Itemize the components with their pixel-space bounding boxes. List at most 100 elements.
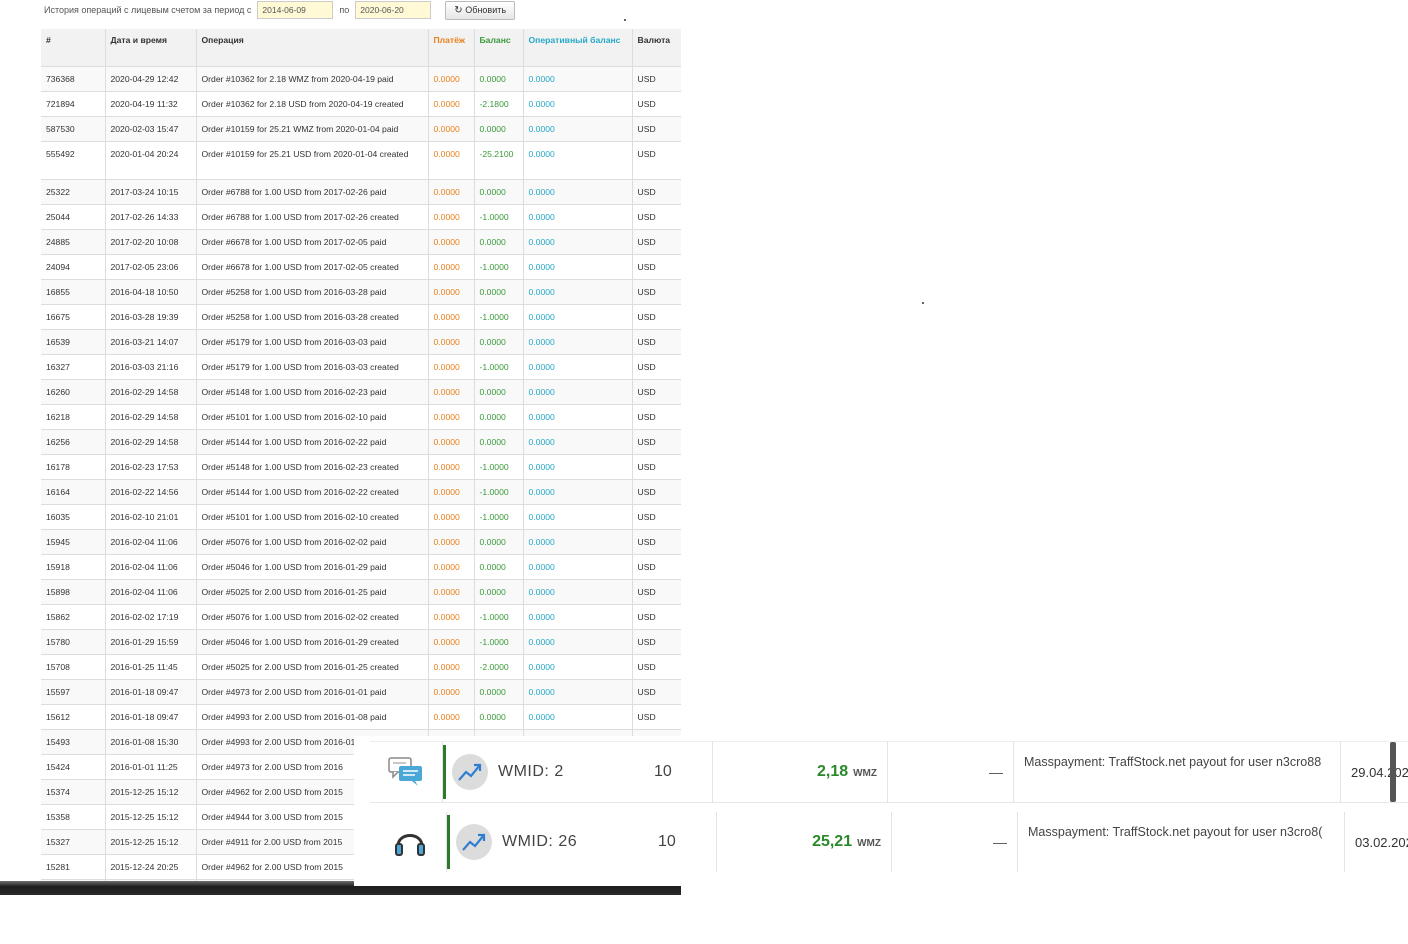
table-row[interactable]: 15862 2016-02-02 17:19 Order #5076 for 1.0…: [41, 604, 681, 630]
cell-datetime: 2016-03-28 19:39: [105, 304, 197, 330]
table-row[interactable]: 16675 2016-03-28 19:39 Order #5258 for 1.0…: [41, 304, 681, 330]
cell-datetime: 2016-04-18 10:50: [105, 279, 197, 305]
table-row[interactable]: 24885 2017-02-20 10:08 Order #6678 for 1.0…: [41, 229, 681, 255]
cell-datetime: 2016-02-29 14:58: [105, 429, 197, 455]
cell-datetime: 2016-01-18 09:47: [105, 679, 197, 705]
cell-operative-balance: 0.0000: [523, 404, 633, 430]
cell-id: 555492: [41, 141, 106, 180]
date-from-input[interactable]: 2014-06-09: [257, 1, 334, 19]
cell-operative-balance: 0.0000: [523, 529, 633, 555]
cell-balance: 0.0000: [474, 116, 524, 142]
cell-operative-balance: 0.0000: [523, 329, 633, 355]
cell-datetime: 2016-01-01 11:25: [105, 754, 197, 780]
payment-row[interactable]: WMID: 26 10 25,21 WMZ — Masspayment: Tra…: [374, 812, 1408, 872]
cell-operation: Order #10362 for 2.18 USD from 2020-04-1…: [196, 91, 429, 117]
column-header-payment[interactable]: Платёж: [428, 29, 475, 67]
cell-id: 587530: [41, 116, 106, 142]
wmid-label: WMID: 2: [498, 763, 564, 780]
table-row[interactable]: 16035 2016-02-10 21:01 Order #5101 for 1.0…: [41, 504, 681, 530]
table-row[interactable]: 16218 2016-02-29 14:58 Order #5101 for 1.0…: [41, 404, 681, 430]
cell-currency: USD: [632, 404, 681, 430]
cell-id: 16178: [41, 454, 106, 480]
table-row[interactable]: 16256 2016-02-29 14:58 Order #5144 for 1.0…: [41, 429, 681, 455]
table-row[interactable]: 16164 2016-02-22 14:56 Order #5144 for 1.0…: [41, 479, 681, 505]
cell-payment: 0.0000: [428, 329, 475, 355]
cell-datetime: 2020-02-03 15:47: [105, 116, 197, 142]
cell-currency: USD: [632, 66, 681, 92]
table-row[interactable]: 24094 2017-02-05 23:06 Order #6678 for 1.0…: [41, 254, 681, 280]
scrollbar-thumb[interactable]: [1390, 742, 1396, 802]
cell-payment: 0.0000: [428, 429, 475, 455]
cell-balance: 0.0000: [474, 404, 524, 430]
cell-operation: Order #5144 for 1.00 USD from 2016-02-22…: [196, 479, 429, 505]
cell-datetime: 2016-01-18 09:47: [105, 704, 197, 730]
column-header-balance[interactable]: Баланс: [474, 29, 524, 67]
table-row[interactable]: 15612 2016-01-18 09:47 Order #4993 for 2.0…: [41, 704, 681, 730]
wmid-number: 10: [654, 763, 672, 780]
column-header-operation[interactable]: Операция: [196, 29, 429, 67]
cell-id: 15327: [41, 829, 106, 855]
trend-up-icon: [452, 754, 488, 790]
column-header-operative-balance[interactable]: Оперативный баланс: [523, 29, 633, 67]
table-row[interactable]: 15708 2016-01-25 11:45 Order #5025 for 2.0…: [41, 654, 681, 680]
cell-operative-balance: 0.0000: [523, 429, 633, 455]
period-to-label: по: [339, 5, 350, 15]
cell-currency: USD: [632, 554, 681, 580]
cell-operation: Order #10159 for 25.21 WMZ from 2020-01-…: [196, 116, 429, 142]
column-header-id[interactable]: #: [41, 29, 106, 67]
cell-operative-balance: 0.0000: [523, 604, 633, 630]
table-row[interactable]: 587530 2020-02-03 15:47 Order #10159 for 2…: [41, 116, 681, 142]
cell-operation: Order #6788 for 1.00 USD from 2017-02-26…: [196, 179, 429, 205]
table-row[interactable]: 25044 2017-02-26 14:33 Order #6788 for 1.0…: [41, 204, 681, 230]
table-row[interactable]: 15898 2016-02-04 11:06 Order #5025 for 2.0…: [41, 579, 681, 605]
fee-cell: —: [892, 812, 1018, 872]
table-row[interactable]: 15780 2016-01-29 15:59 Order #5046 for 1.0…: [41, 629, 681, 655]
table-row[interactable]: 16178 2016-02-23 17:53 Order #5148 for 1.0…: [41, 454, 681, 480]
cell-payment: 0.0000: [428, 229, 475, 255]
table-row[interactable]: 721894 2020-04-19 11:32 Order #10362 for 2…: [41, 91, 681, 117]
cell-currency: USD: [632, 529, 681, 555]
column-header-currency[interactable]: Валюта: [632, 29, 681, 67]
cell-operation: Order #5025 for 2.00 USD from 2016-01-25…: [196, 654, 429, 680]
cell-currency: USD: [632, 429, 681, 455]
cell-payment: 0.0000: [428, 704, 475, 730]
table-row[interactable]: 15945 2016-02-04 11:06 Order #5076 for 1.0…: [41, 529, 681, 555]
cell-operative-balance: 0.0000: [523, 654, 633, 680]
table-row[interactable]: 16327 2016-03-03 21:16 Order #5179 for 1.0…: [41, 354, 681, 380]
payment-description: Masspayment: TraffStock.net payout for u…: [1014, 742, 1341, 802]
table-row[interactable]: 15597 2016-01-18 09:47 Order #4973 for 2.0…: [41, 679, 681, 705]
amount-value: 2,18: [816, 763, 849, 780]
cell-id: 25322: [41, 179, 106, 205]
cell-balance: -1.0000: [474, 629, 524, 655]
table-row[interactable]: 15918 2016-02-04 11:06 Order #5046 for 1.0…: [41, 554, 681, 580]
cell-operation: Order #5258 for 1.00 USD from 2016-03-28…: [196, 304, 429, 330]
column-header-datetime[interactable]: Дата и время: [105, 29, 197, 67]
table-row[interactable]: 16539 2016-03-21 14:07 Order #5179 for 1.0…: [41, 329, 681, 355]
cell-datetime: 2016-01-08 15:30: [105, 729, 197, 755]
cell-datetime: 2016-02-02 17:19: [105, 604, 197, 630]
date-to-input[interactable]: 2020-06-20: [355, 1, 432, 19]
cell-operation: Order #5148 for 1.00 USD from 2016-02-23…: [196, 379, 429, 405]
table-row[interactable]: 16260 2016-02-29 14:58 Order #5148 for 1.0…: [41, 379, 681, 405]
cell-currency: USD: [632, 379, 681, 405]
cell-datetime: 2016-02-10 21:01: [105, 504, 197, 530]
table-row[interactable]: 16855 2016-04-18 10:50 Order #5258 for 1.0…: [41, 279, 681, 305]
table-row[interactable]: 555492 2020-01-04 20:24 Order #10159 for 2…: [41, 141, 681, 180]
cell-balance: -1.0000: [474, 479, 524, 505]
cell-currency: USD: [632, 141, 681, 180]
cell-payment: 0.0000: [428, 279, 475, 305]
cell-operative-balance: 0.0000: [523, 229, 633, 255]
cell-currency: USD: [632, 254, 681, 280]
payment-row[interactable]: WMID: 2 10 2,18 WMZ — Masspayment: Traff…: [370, 741, 1408, 803]
amount-cell: 25,21 WMZ: [717, 812, 892, 872]
cell-operation: Order #5101 for 1.00 USD from 2016-02-10…: [196, 404, 429, 430]
cell-operation: Order #6678 for 1.00 USD from 2017-02-05…: [196, 254, 429, 280]
cell-operation: Order #10362 for 2.18 WMZ from 2020-04-1…: [196, 66, 429, 92]
cell-datetime: 2017-02-05 23:06: [105, 254, 197, 280]
table-row[interactable]: 736368 2020-04-29 12:42 Order #10362 for 2…: [41, 66, 681, 92]
cell-datetime: 2020-01-04 20:24: [105, 141, 197, 180]
table-row[interactable]: 25322 2017-03-24 10:15 Order #6788 for 1.0…: [41, 179, 681, 205]
payment-date: 03.02.2020: [1355, 834, 1408, 850]
cell-balance: -1.0000: [474, 454, 524, 480]
refresh-button[interactable]: ↻ Обновить: [445, 0, 516, 20]
